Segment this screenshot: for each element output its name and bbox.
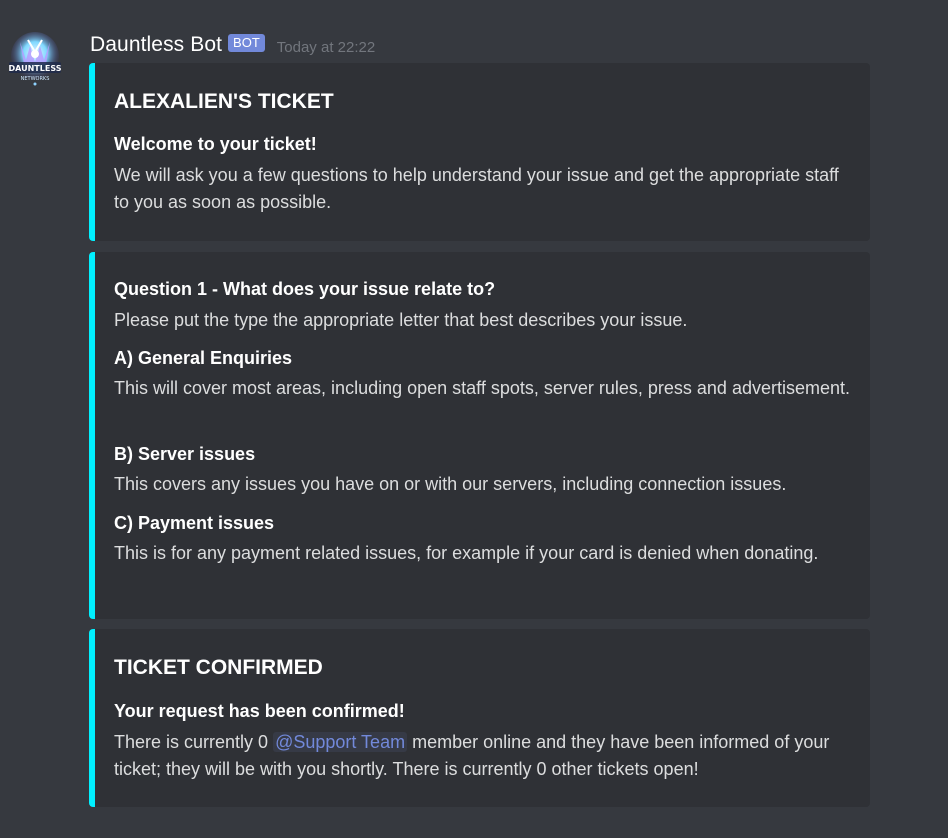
field-value: This is for any payment related issues, … bbox=[114, 543, 819, 563]
support-team-mention[interactable]: @Support Team bbox=[273, 732, 408, 752]
embed-question-1: Question 1 - What does your issue relate… bbox=[89, 252, 870, 619]
svg-text:NETWORKS: NETWORKS bbox=[21, 76, 50, 82]
message-header: Dauntless Bot BOT Today at 22:22 bbox=[90, 30, 375, 60]
embed-ticket-welcome: ALEXALIEN'S TICKET Welcome to your ticke… bbox=[89, 63, 870, 241]
bot-username[interactable]: Dauntless Bot bbox=[90, 33, 222, 57]
field-name: A) General Enquiries bbox=[114, 348, 293, 368]
field-value: There is currently 0 @Support Team membe… bbox=[114, 729, 852, 783]
bot-tag-badge: BOT bbox=[228, 34, 265, 52]
field-value: This covers any issues you have on or wi… bbox=[114, 474, 787, 494]
bot-avatar[interactable]: DAUNTLESS NETWORKS bbox=[6, 32, 64, 86]
embed-title: TICKET CONFIRMED bbox=[114, 656, 323, 679]
embed-ticket-confirmed: TICKET CONFIRMED Your request has been c… bbox=[89, 629, 870, 807]
field-name: Welcome to your ticket! bbox=[114, 134, 317, 154]
message-timestamp[interactable]: Today at 22:22 bbox=[277, 39, 375, 56]
field-value: Please put the type the appropriate lett… bbox=[114, 310, 688, 330]
field-name: B) Server issues bbox=[114, 444, 256, 464]
field-value-text: There is currently 0 bbox=[114, 732, 274, 752]
field-name: Your request has been confirmed! bbox=[114, 701, 405, 721]
field-name: Question 1 - What does your issue relate… bbox=[114, 279, 496, 299]
dauntless-logo-icon: DAUNTLESS NETWORKS bbox=[9, 32, 62, 86]
field-value: This will cover most areas, including op… bbox=[114, 378, 850, 398]
field-value: We will ask you a few questions to help … bbox=[114, 165, 839, 212]
chat-message: DAUNTLESS NETWORKS Dauntless Bot BOT Tod… bbox=[0, 0, 948, 838]
svg-text:DAUNTLESS: DAUNTLESS bbox=[9, 64, 62, 73]
embed-title: ALEXALIEN'S TICKET bbox=[114, 90, 334, 113]
field-name: C) Payment issues bbox=[114, 513, 275, 533]
